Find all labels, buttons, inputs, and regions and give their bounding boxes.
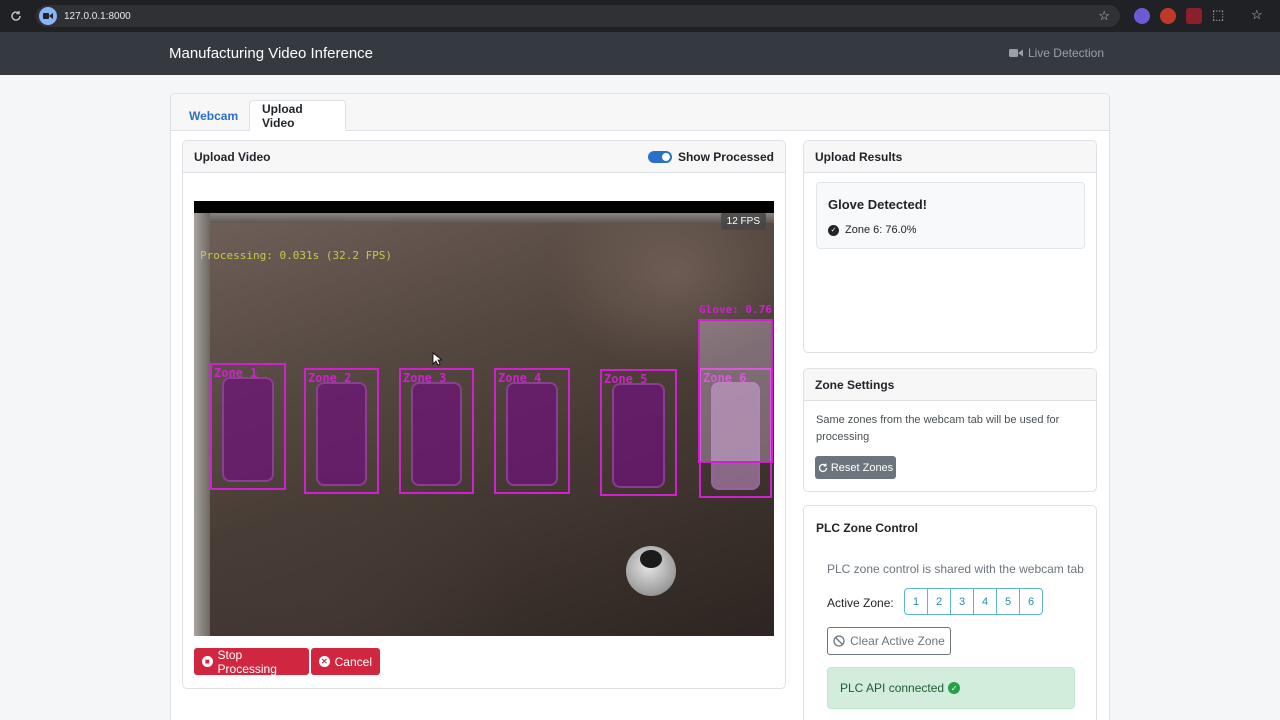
show-processed-label: Show Processed	[677, 150, 774, 164]
clear-active-zone-button[interactable]: Clear Active Zone	[827, 627, 951, 655]
plc-api-status: PLC API connected ✓	[827, 667, 1075, 709]
processing-overlay-text: Processing: 0.031s (32.2 FPS)	[200, 249, 393, 262]
profile-icon[interactable]: ☆	[1251, 7, 1267, 23]
tray	[316, 382, 367, 486]
cancel-button[interactable]: ✕ Cancel	[311, 648, 380, 675]
plc-zone-control-card: PLC Zone Control PLC zone control is sha…	[803, 505, 1097, 720]
zone-label: Zone 4	[498, 371, 542, 385]
zone-label: Zone 2	[308, 371, 352, 385]
tray	[222, 377, 274, 482]
toggle-switch[interactable]	[647, 151, 672, 163]
zone-label: Zone 5	[604, 372, 648, 386]
zone-box-1: Zone 1	[210, 363, 286, 490]
extension-icon[interactable]	[1186, 8, 1202, 24]
reset-zones-label: Reset Zones	[830, 461, 894, 474]
upload-results-header: Upload Results	[804, 141, 1096, 173]
url-text: 127.0.0.1:8000	[64, 10, 131, 22]
plc-header: PLC Zone Control	[816, 521, 918, 535]
ban-icon	[833, 635, 845, 647]
zone-button-3[interactable]: 3	[950, 588, 974, 615]
zone-box-4: Zone 4	[494, 368, 570, 494]
tab-upload-video[interactable]: Upload Video	[249, 100, 346, 131]
zone-label: Zone 1	[214, 366, 258, 380]
upload-results-card: Upload Results Glove Detected! ✓ Zone 6:…	[803, 140, 1097, 353]
result-title: Glove Detected!	[828, 197, 927, 212]
zone-button-4[interactable]: 4	[973, 588, 997, 615]
tab-bar: Webcam Upload Video	[171, 94, 1109, 131]
zone-settings-description: Same zones from the webcam tab will be u…	[816, 414, 1060, 443]
zone-box-2: Zone 2	[304, 368, 379, 494]
zone-label: Zone 3	[403, 371, 447, 385]
zone-button-1[interactable]: 1	[904, 588, 928, 615]
live-detection-link[interactable]: Live Detection	[1008, 46, 1104, 60]
frame-left-wall	[194, 213, 210, 636]
show-processed-toggle[interactable]: Show Processed	[647, 150, 774, 164]
zone-box-3: Zone 3	[399, 368, 474, 494]
brand-title[interactable]: Manufacturing Video Inference	[169, 45, 373, 62]
zone-button-6[interactable]: 6	[1019, 588, 1043, 615]
plc-api-status-text: PLC API connected	[840, 681, 945, 695]
navbar: Manufacturing Video Inference Live Detec…	[0, 32, 1280, 75]
clear-active-zone-label: Clear Active Zone	[850, 634, 945, 648]
tray	[612, 383, 665, 488]
video-frame: Processing: 0.031s (32.2 FPS) Zone 1 Zon…	[194, 213, 774, 636]
glove-detection-box	[698, 319, 773, 463]
mouse-cursor-icon	[432, 352, 442, 366]
glove-detection-label: Glove: 0.76	[699, 303, 772, 316]
frame-top-wall	[194, 213, 774, 223]
fps-badge: 12 FPS	[720, 213, 766, 230]
refresh-icon	[818, 463, 827, 472]
check-circle-icon: ✓	[828, 224, 839, 236]
extension-icon[interactable]	[1134, 8, 1150, 24]
video-player[interactable]: Processing: 0.031s (32.2 FPS) Zone 1 Zon…	[194, 201, 774, 636]
extensions-puzzle-icon[interactable]: ⬚	[1212, 7, 1228, 23]
stop-processing-button[interactable]: ■ Stop Processing	[194, 647, 309, 676]
result-detail: ✓ Zone 6: 76.0%	[828, 224, 917, 236]
address-bar[interactable]: 127.0.0.1:8000 ☆	[36, 5, 1120, 27]
detection-result: Glove Detected! ✓ Zone 6: 76.0%	[816, 182, 1085, 249]
tray	[506, 382, 558, 486]
zone-box-5: Zone 5	[600, 369, 677, 496]
bookmark-star-icon[interactable]: ☆	[1098, 8, 1110, 24]
extension-icon[interactable]	[1160, 8, 1176, 24]
browser-chrome: 127.0.0.1:8000 ☆ ⬚ ☆	[0, 0, 1280, 32]
zone-button-2[interactable]: 2	[927, 588, 951, 615]
zone-button-5[interactable]: 5	[996, 588, 1020, 615]
site-info-icon[interactable]	[39, 7, 57, 25]
table-grommet	[626, 546, 676, 596]
reload-icon[interactable]	[0, 0, 32, 32]
check-circle-icon: ✓	[948, 682, 961, 694]
tab-webcam[interactable]: Webcam	[177, 100, 250, 131]
reset-zones-button[interactable]: Reset Zones	[815, 456, 896, 479]
close-circle-icon: ✕	[319, 656, 330, 667]
stop-icon: ■	[202, 656, 213, 667]
zone-settings-header: Zone Settings	[804, 369, 1096, 401]
active-zone-selector: 1 2 3 4 5 6	[904, 588, 1043, 615]
video-camera-icon	[1008, 49, 1023, 57]
stop-processing-label: Stop Processing	[217, 647, 277, 676]
result-detail-text: Zone 6: 76.0%	[845, 224, 917, 236]
active-zone-label: Active Zone:	[827, 596, 894, 610]
tray	[411, 382, 462, 486]
cancel-label: Cancel	[334, 654, 372, 669]
plc-description: PLC zone control is shared with the webc…	[827, 562, 1084, 576]
live-detection-label: Live Detection	[1027, 46, 1104, 60]
